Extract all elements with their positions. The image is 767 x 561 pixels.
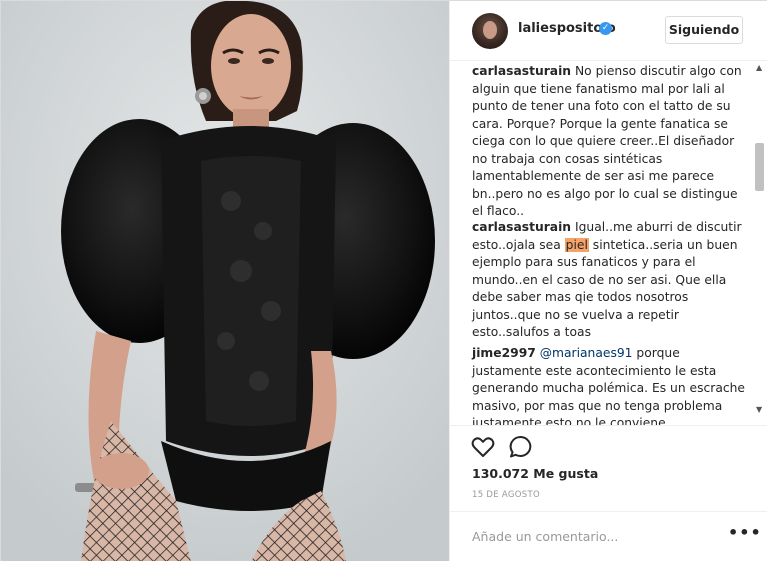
- post-side-panel: laliesposito o ✓ Siguiendo carlasasturai…: [449, 1, 767, 561]
- instagram-post-window: laliesposito o ✓ Siguiendo carlasasturai…: [0, 0, 767, 561]
- scroll-up-arrow-icon[interactable]: ▲: [756, 63, 762, 72]
- comment-item: carlasasturain No pienso discutir algo c…: [472, 63, 752, 221]
- more-options-icon[interactable]: •••: [728, 523, 762, 542]
- comment-text: No pienso discutir algo con alguin que t…: [472, 64, 742, 218]
- verified-badge-icon: ✓: [599, 22, 612, 35]
- comments-list[interactable]: carlasasturain No pienso discutir algo c…: [450, 63, 767, 425]
- add-comment-section: •••: [450, 511, 767, 561]
- comment-bubble-icon[interactable]: [508, 434, 534, 460]
- likes-count[interactable]: 130.072 Me gusta: [472, 466, 598, 481]
- comment-text: sintetica..seria un buen ejemplo para su…: [472, 237, 738, 340]
- post-photo-illustration: [1, 1, 449, 561]
- comment-author[interactable]: jime2997: [472, 346, 536, 360]
- following-button[interactable]: Siguiendo: [665, 16, 743, 44]
- profile-avatar[interactable]: [472, 13, 508, 49]
- scroll-down-arrow-icon[interactable]: ▼: [756, 405, 762, 414]
- scrollbar-thumb[interactable]: [755, 143, 764, 191]
- comment-item: jime2997 @marianaes91 porque justamente …: [472, 345, 752, 425]
- post-photo[interactable]: [1, 1, 449, 561]
- post-date: 15 DE AGOSTO: [472, 490, 540, 500]
- post-header: laliesposito o ✓ Siguiendo: [450, 1, 767, 61]
- post-actions: 130.072 Me gusta 15 DE AGOSTO: [450, 425, 767, 511]
- comment-author[interactable]: carlasasturain: [472, 220, 571, 234]
- comment-author[interactable]: carlasasturain: [472, 64, 571, 78]
- highlighted-word: piel: [564, 237, 589, 252]
- comments-scrollbar[interactable]: ▲ ▼: [754, 63, 766, 425]
- avatar-face: [483, 21, 497, 39]
- comment-item: carlasasturain Igual..me aburri de discu…: [472, 219, 752, 342]
- comment-mention[interactable]: @marianaes91: [540, 346, 633, 360]
- heart-icon[interactable]: [470, 434, 496, 460]
- add-comment-input[interactable]: [472, 526, 712, 546]
